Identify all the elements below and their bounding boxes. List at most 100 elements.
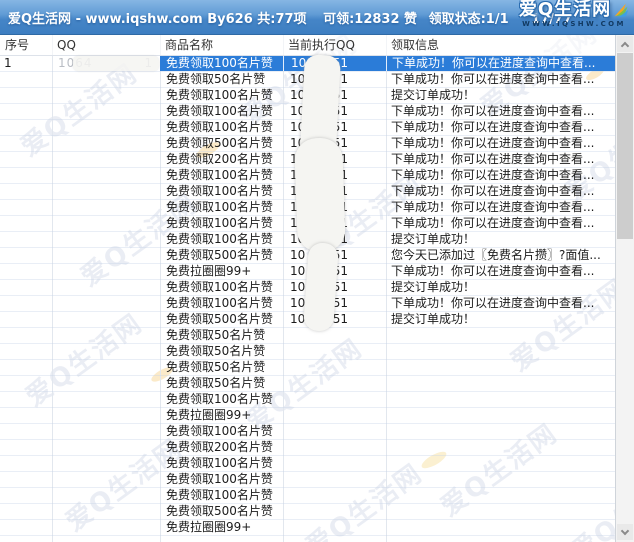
- cell-qq: [52, 216, 160, 231]
- cell-product: 免费领取100名片赞: [160, 488, 283, 503]
- cell-claim-info: [386, 408, 615, 423]
- cell-product: 免费拉圈圈99+: [160, 408, 283, 423]
- table-row[interactable]: 免费拉圈圈99+: [0, 520, 615, 536]
- censor-smudge: [303, 242, 339, 332]
- exec-qq-left: 10: [290, 248, 305, 263]
- header-exec-qq[interactable]: 当前执行QQ: [283, 35, 386, 56]
- cell-qq: [52, 360, 160, 375]
- cell-index: [0, 296, 52, 311]
- cell-product: 免费领取100名片赞: [160, 56, 283, 71]
- table-row[interactable]: 免费拉圈圈99+: [0, 408, 615, 424]
- cell-claim-info: 下单成功！你可以在进度查询中查看...: [386, 72, 615, 87]
- cell-product: 免费领取100名片赞: [160, 456, 283, 471]
- chevron-down-icon: [621, 526, 629, 534]
- cell-claim-info: 提交订单成功！: [386, 88, 615, 103]
- cell-exec-qq: [283, 520, 386, 535]
- cell-qq: [52, 376, 160, 391]
- exec-qq-left: 10: [290, 280, 305, 295]
- cell-exec-qq: [283, 424, 386, 439]
- cell-qq: [52, 72, 160, 87]
- cell-qq: [52, 232, 160, 247]
- cell-product: 免费领取100名片赞: [160, 296, 283, 311]
- cell-qq: [52, 392, 160, 407]
- cell-qq: [52, 472, 160, 487]
- table-row[interactable]: 免费领取50名片赞: [0, 376, 615, 392]
- cell-index: [0, 328, 52, 343]
- cell-claim-info: [386, 488, 615, 503]
- header-product[interactable]: 商品名称: [160, 35, 283, 56]
- cell-exec-qq: [283, 344, 386, 359]
- censor-smudge: [73, 56, 159, 71]
- table-row[interactable]: 免费领取500名片赞: [0, 504, 615, 520]
- title-bar: 爱Q生活网 - www.iqshw.com By626 共:77项 可领:128…: [0, 0, 634, 35]
- table-header: 序号 QQ 商品名称 当前执行QQ 领取信息: [0, 35, 615, 56]
- scrollbar-thumb[interactable]: [617, 53, 633, 239]
- censor-smudge: [294, 137, 346, 253]
- header-qq[interactable]: QQ: [52, 35, 160, 56]
- cell-product: 免费领取100名片赞: [160, 232, 283, 247]
- vertical-scrollbar[interactable]: [615, 35, 634, 542]
- cell-product: 免费领取50名片赞: [160, 376, 283, 391]
- table-row[interactable]: 免费领取100名片赞: [0, 488, 615, 504]
- cell-exec-qq: [283, 376, 386, 391]
- cell-index: [0, 216, 52, 231]
- cell-product: 免费领取50名片赞: [160, 344, 283, 359]
- cell-exec-qq: [283, 328, 386, 343]
- table-row[interactable]: 免费领取100名片赞: [0, 472, 615, 488]
- table-row[interactable]: 免费领取50名片赞: [0, 360, 615, 376]
- cell-qq: [52, 408, 160, 423]
- cell-claim-info: 下单成功！你可以在进度查询中查看...: [386, 296, 615, 311]
- table-row[interactable]: 免费领取100名片赞: [0, 424, 615, 440]
- cell-index: [0, 264, 52, 279]
- cell-index: [0, 488, 52, 503]
- header-index[interactable]: 序号: [0, 35, 52, 56]
- cell-product: 免费领取100名片赞: [160, 216, 283, 231]
- cell-product: 免费领取100名片赞: [160, 200, 283, 215]
- cell-claim-info: 下单成功！你可以在进度查询中查看...: [386, 264, 615, 279]
- header-info[interactable]: 领取信息: [386, 35, 615, 56]
- cell-index: [0, 136, 52, 151]
- cell-index: [0, 472, 52, 487]
- cell-qq: [52, 120, 160, 135]
- cell-product: 免费领取100名片赞: [160, 168, 283, 183]
- cell-product: 免费领取100名片赞: [160, 184, 283, 199]
- exec-qq-left: 10: [290, 264, 305, 279]
- table-row[interactable]: 免费领取200名片赞: [0, 440, 615, 456]
- cell-claim-info: 下单成功！你可以在进度查询中查看...: [386, 136, 615, 151]
- scroll-up-button[interactable]: [617, 36, 633, 52]
- cell-claim-info: [386, 424, 615, 439]
- cell-claim-info: [386, 440, 615, 455]
- cell-index: [0, 520, 52, 535]
- cell-index: 1: [0, 56, 52, 71]
- cell-index: [0, 200, 52, 215]
- table-row[interactable]: 免费领取100名片赞: [0, 456, 615, 472]
- cell-qq: [52, 456, 160, 471]
- table-row[interactable]: 免费领取50名片赞: [0, 328, 615, 344]
- table-row[interactable]: 免费领取100名片赞: [0, 392, 615, 408]
- cell-product: 免费领取500名片赞: [160, 248, 283, 263]
- cell-qq: [52, 104, 160, 119]
- total-count: 共:77项: [257, 12, 306, 27]
- cell-index: [0, 120, 52, 135]
- cell-index: [0, 408, 52, 423]
- cell-claim-info: [386, 344, 615, 359]
- cell-claim-info: [386, 456, 615, 471]
- cell-qq: [52, 296, 160, 311]
- cell-product: 免费领取100名片赞: [160, 424, 283, 439]
- table-row[interactable]: 免费领取50名片赞: [0, 344, 615, 360]
- cell-claim-info: 下单成功！你可以在进度查询中查看...: [386, 56, 615, 71]
- cell-product: 免费领取100名片赞: [160, 104, 283, 119]
- cell-qq: [52, 264, 160, 279]
- cell-exec-qq: [283, 472, 386, 487]
- claim-status: 领取状态:1/1: [429, 12, 509, 27]
- title-text: 爱Q生活网 - www.iqshw.com By626 共:77项 可领:128…: [0, 8, 572, 27]
- scroll-down-button[interactable]: [617, 524, 633, 540]
- cell-exec-qq: [283, 440, 386, 455]
- cell-product: 免费领取50名片赞: [160, 360, 283, 375]
- logo-title: 爱Q生活网: [519, 1, 611, 19]
- cell-qq: [52, 488, 160, 503]
- cell-claim-info: 下单成功！你可以在进度查询中查看...: [386, 152, 615, 167]
- cell-index: [0, 504, 52, 519]
- cell-claim-info: [386, 520, 615, 535]
- cell-qq: [52, 280, 160, 295]
